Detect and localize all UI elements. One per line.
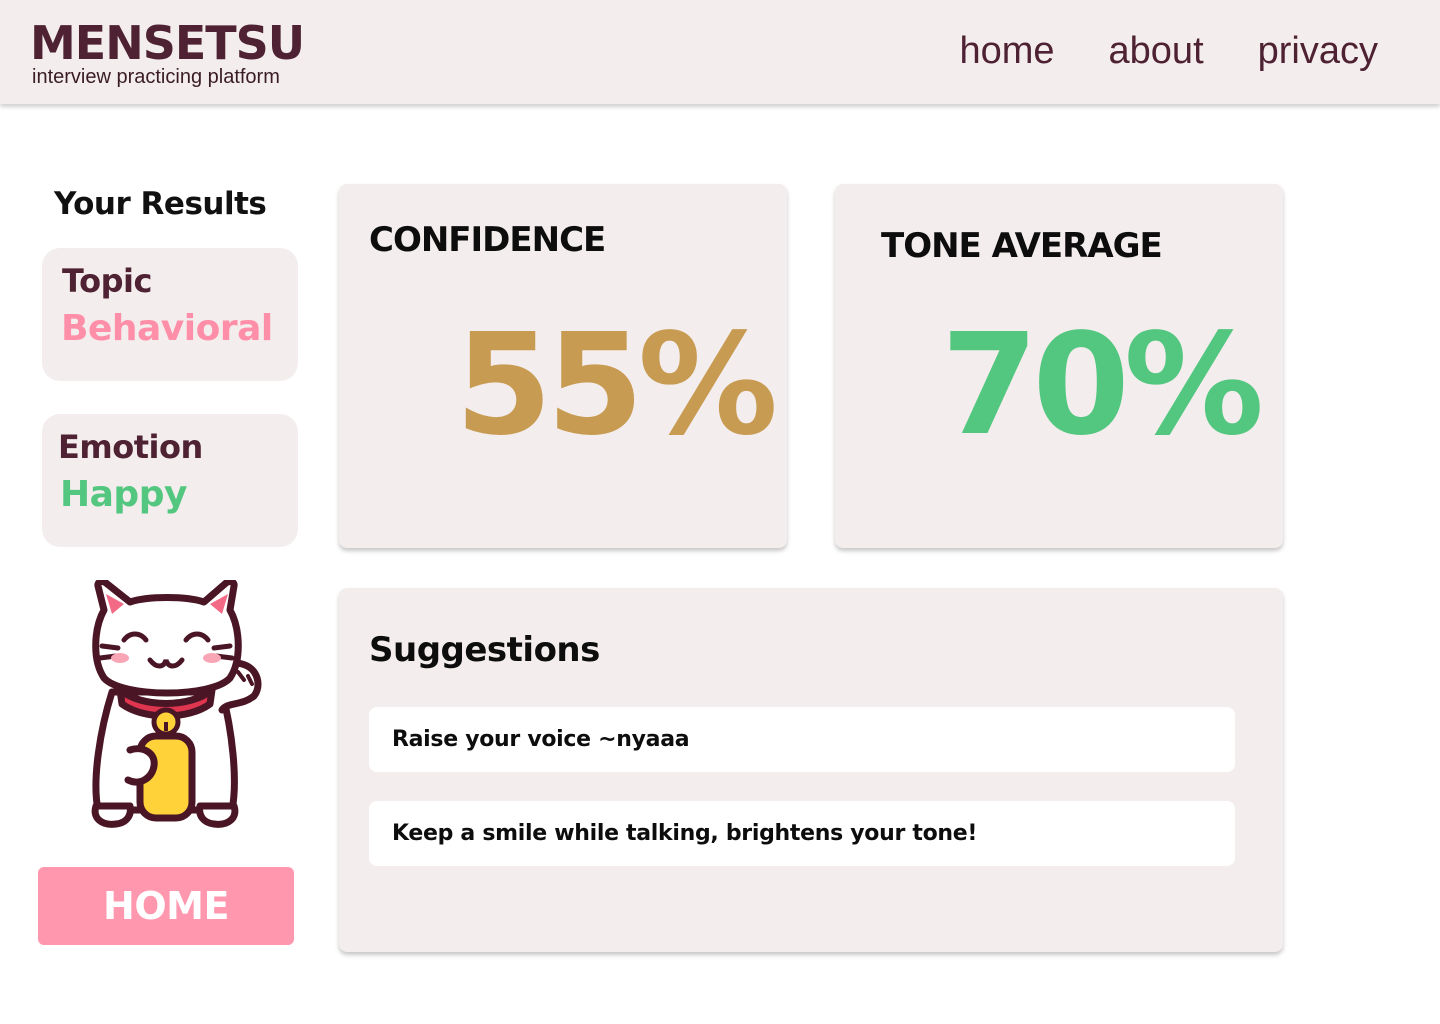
top-header: MENSETSU interview practicing platform h…: [0, 0, 1440, 104]
nav-about-link[interactable]: about: [1109, 30, 1204, 73]
results-title: Your Results: [54, 186, 267, 222]
logo-subtitle: interview practicing platform: [32, 66, 280, 88]
nav-home-link[interactable]: home: [959, 30, 1054, 73]
emotion-card: Emotion Happy: [42, 414, 298, 547]
confidence-card: CONFIDENCE 55%: [339, 184, 787, 548]
suggestions-title: Suggestions: [369, 630, 600, 670]
topic-value: Behavioral: [61, 308, 273, 349]
emotion-label: Emotion: [58, 428, 203, 466]
logo[interactable]: MENSETSU interview practicing platform: [30, 16, 305, 89]
topic-card: Topic Behavioral: [42, 248, 298, 381]
topic-label: Topic: [62, 262, 152, 300]
suggestion-item: Keep a smile while talking, brightens yo…: [369, 801, 1235, 866]
suggestions-card: Suggestions Raise your voice ~nyaaa Keep…: [339, 588, 1283, 952]
confidence-label: CONFIDENCE: [369, 220, 606, 260]
tone-average-card: TONE AVERAGE 70%: [835, 184, 1283, 548]
home-button[interactable]: HOME: [38, 867, 294, 945]
logo-title: MENSETSU: [30, 16, 305, 70]
main-nav: home about privacy: [959, 30, 1378, 73]
suggestion-item: Raise your voice ~nyaaa: [369, 707, 1235, 772]
tone-average-value: 70%: [941, 304, 1264, 467]
tone-average-label: TONE AVERAGE: [881, 226, 1163, 266]
emotion-value: Happy: [60, 474, 187, 515]
confidence-value: 55%: [455, 304, 778, 467]
nav-privacy-link[interactable]: privacy: [1258, 30, 1378, 73]
lucky-cat-icon: [91, 580, 262, 828]
